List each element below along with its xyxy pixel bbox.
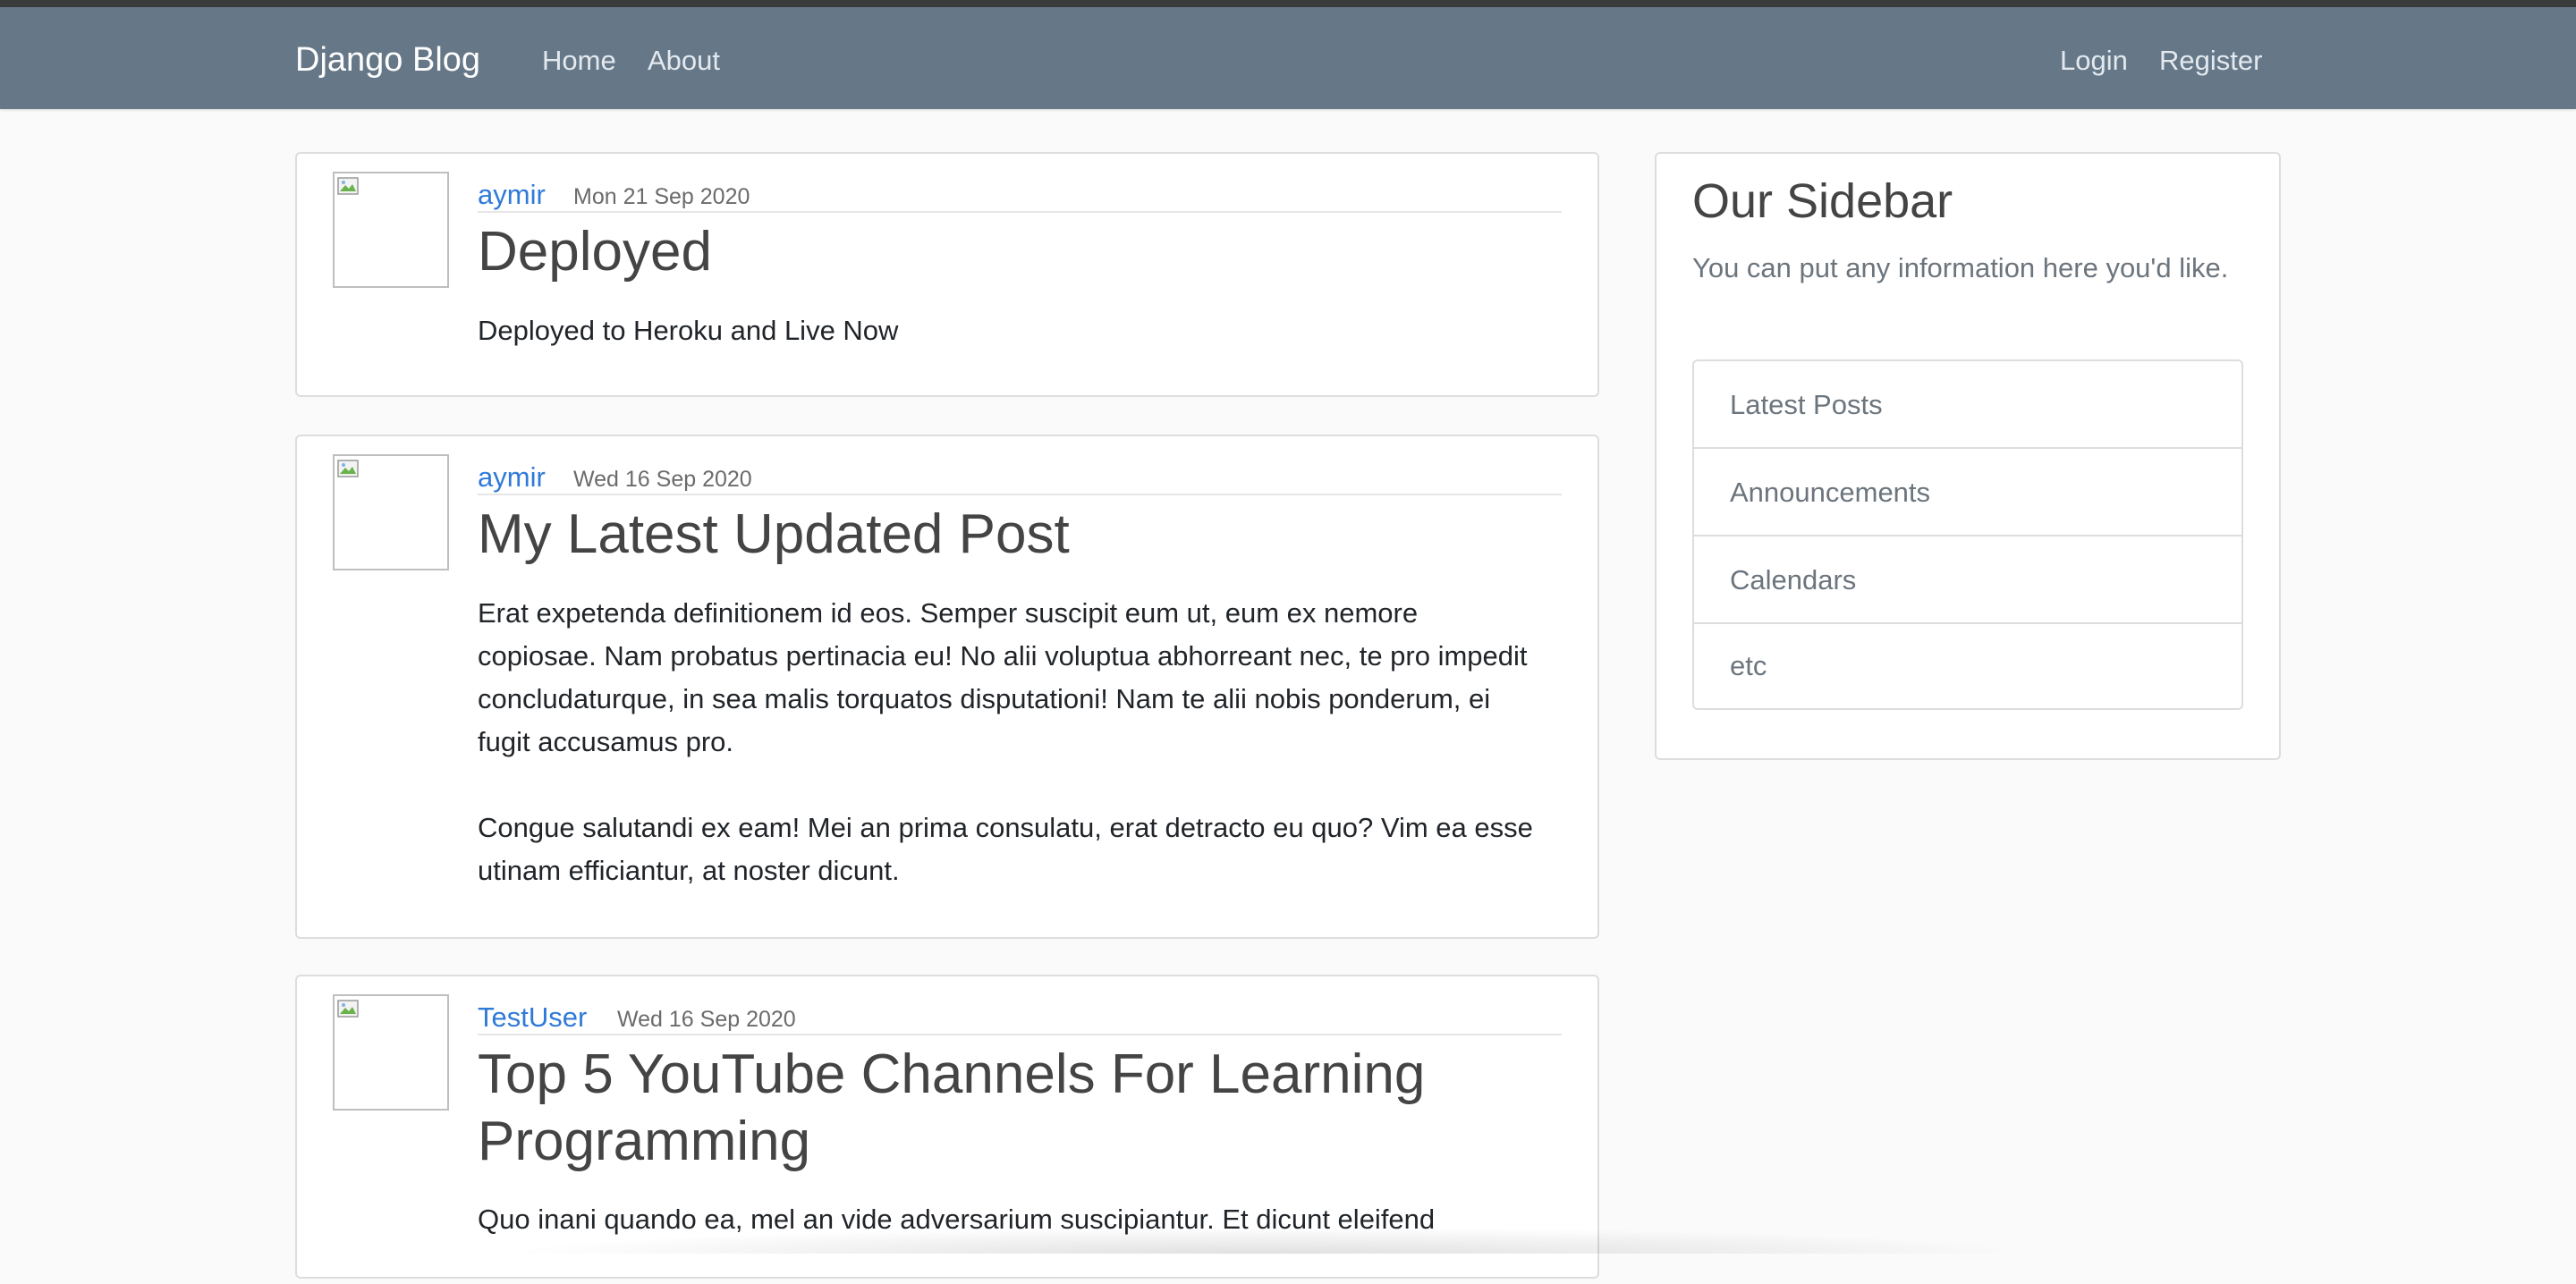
brand-link[interactable]: Django Blog bbox=[295, 41, 480, 80]
post-title-link[interactable]: Top 5 YouTube Channels For Learning Prog… bbox=[478, 1041, 1562, 1175]
post-content: Deployed to Heroku and Live Now bbox=[478, 309, 1544, 395]
navbar: Django Blog Home About Login Register bbox=[0, 7, 2576, 109]
nav-login-link[interactable]: Login bbox=[2060, 45, 2128, 77]
sidebar: Our Sidebar You can put any information … bbox=[1655, 152, 2281, 760]
sidebar-description: You can put any information here you'd l… bbox=[1692, 252, 2229, 283]
post-card: aymir Mon 21 Sep 2020 Deployed Deployed … bbox=[295, 152, 1599, 397]
post-author-link[interactable]: TestUser bbox=[478, 1001, 587, 1034]
nav-about-link[interactable]: About bbox=[648, 45, 720, 77]
post-meta: TestUser Wed 16 Sep 2020 bbox=[478, 993, 1562, 1035]
author-avatar bbox=[333, 454, 449, 570]
post-date: Wed 16 Sep 2020 bbox=[617, 1007, 796, 1032]
post-paragraph: Deployed to Heroku and Live Now bbox=[478, 315, 899, 346]
broken-image-icon bbox=[337, 460, 359, 477]
post-paragraph: Congue salutandi ex eam! Mei an prima co… bbox=[478, 812, 1533, 886]
nav-register-link[interactable]: Register bbox=[2159, 45, 2262, 77]
broken-image-icon bbox=[337, 177, 359, 195]
sidebar-item-etc[interactable]: etc bbox=[1694, 624, 2241, 708]
sidebar-item-announcements[interactable]: Announcements bbox=[1694, 449, 2241, 536]
post-author-link[interactable]: aymir bbox=[478, 179, 546, 211]
post-title-link[interactable]: Deployed bbox=[478, 218, 1562, 285]
sidebar-item-latest-posts[interactable]: Latest Posts bbox=[1694, 361, 2241, 449]
post-meta: aymir Mon 21 Sep 2020 bbox=[478, 170, 1562, 213]
sidebar-list: Latest Posts Announcements Calendars etc bbox=[1692, 359, 2243, 710]
post-meta: aymir Wed 16 Sep 2020 bbox=[478, 452, 1562, 495]
broken-image-icon bbox=[337, 1000, 359, 1018]
post-date: Mon 21 Sep 2020 bbox=[573, 184, 750, 209]
sidebar-title: Our Sidebar bbox=[1692, 174, 1953, 228]
author-avatar bbox=[333, 172, 449, 288]
window-top-edge bbox=[0, 0, 2576, 7]
author-avatar bbox=[333, 994, 449, 1111]
post-content: Erat expetenda definitionem id eos. Semp… bbox=[478, 592, 1544, 935]
post-card: aymir Wed 16 Sep 2020 My Latest Updated … bbox=[295, 435, 1599, 939]
bottom-shadow bbox=[501, 1227, 2039, 1254]
sidebar-item-calendars[interactable]: Calendars bbox=[1694, 536, 2241, 624]
post-date: Wed 16 Sep 2020 bbox=[573, 467, 752, 492]
nav-home-link[interactable]: Home bbox=[542, 45, 616, 77]
post-paragraph: Erat expetenda definitionem id eos. Semp… bbox=[478, 597, 1528, 757]
post-author-link[interactable]: aymir bbox=[478, 461, 546, 494]
post-title-link[interactable]: My Latest Updated Post bbox=[478, 501, 1562, 568]
